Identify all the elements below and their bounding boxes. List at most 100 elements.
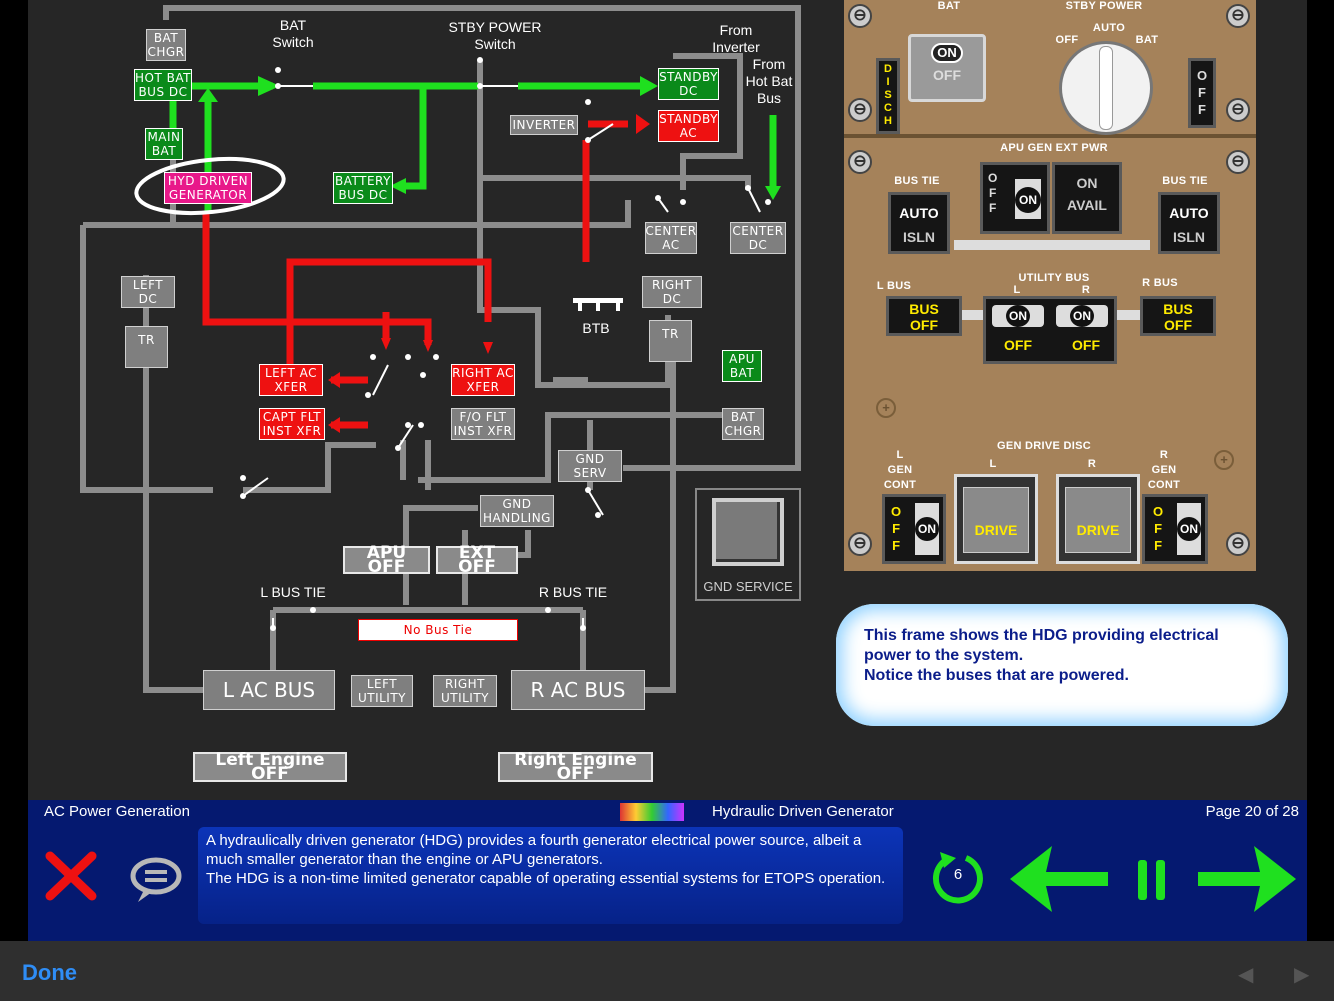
ext-pwr-switch[interactable]: ON AVAIL	[1052, 162, 1122, 234]
l-bus-label: L BUS	[876, 280, 912, 292]
l-gen-off: O F F	[891, 504, 902, 553]
l-ac-bus: L AC BUS	[203, 670, 335, 710]
screw-icon: ⊖	[848, 4, 872, 28]
l-drive-disc-switch[interactable]: DRIVE	[954, 474, 1038, 564]
gen-drive-disc-label: GEN DRIVE DISC	[996, 440, 1092, 452]
r-bus-switch[interactable]: BUS OFF	[1140, 296, 1216, 336]
info-bubble: This frame shows the HDG providing elect…	[836, 604, 1288, 726]
standby-dc: STANDBY DC	[658, 68, 719, 100]
apu-gen-switch[interactable]: O F F ON	[980, 162, 1050, 234]
bus-tie-left-isln: ISLN	[903, 229, 935, 245]
next-arrow-icon[interactable]	[1194, 842, 1300, 916]
screw-icon: +	[876, 398, 896, 418]
apu-gen-on: ON	[1015, 187, 1041, 213]
stby-bat-label: BAT	[1135, 34, 1159, 46]
bus-tie-right-switch[interactable]: AUTO ISLN	[1158, 192, 1220, 254]
bus-tie-right-auto: AUTO	[1169, 205, 1209, 221]
right-engine-off-button[interactable]: Right Engine OFF	[498, 752, 653, 783]
stby-auto-label: AUTO	[1092, 22, 1126, 34]
gnd-service-panel: GND SERVICE	[695, 488, 801, 601]
fo-flt-inst-xfr: F/O FLT INST XFR	[451, 408, 515, 440]
battery-bus-dc: BATTERY BUS DC	[333, 172, 393, 204]
lesson-title: AC Power Generation	[44, 803, 190, 820]
bubble-text-2: Notice the buses that are powered.	[864, 667, 1129, 684]
replay-button[interactable]: 6	[930, 848, 986, 904]
stby-off-label: OFF	[1055, 34, 1079, 46]
utility-l-label: L	[1013, 284, 1021, 296]
screw-icon: ⊖	[1226, 150, 1250, 174]
toolbar-next-icon[interactable]: ▶	[1294, 962, 1309, 987]
hot-bat-bus-dc: HOT BAT BUS DC	[134, 69, 192, 101]
center-ac: CENTER AC	[645, 222, 697, 254]
app-screen: BAT Switch STBY POWER Switch From Invert…	[0, 0, 1334, 1001]
bat-on-indicator: ON	[931, 43, 963, 63]
close-icon[interactable]	[44, 848, 98, 902]
l-bus-off-annunciator: BUS OFF	[909, 301, 939, 333]
utility-l-off: OFF	[1004, 337, 1032, 353]
ios-toolbar	[0, 941, 1334, 1001]
ext-pwr-on: ON	[1076, 175, 1098, 191]
lesson-control-bar: AC Power Generation Hydraulic Driven Gen…	[28, 800, 1307, 941]
gnd-serv: GND SERV	[558, 450, 622, 482]
replay-count: 6	[953, 866, 963, 883]
from-hot-bat-bus-label: From Hot Bat Bus	[745, 56, 793, 106]
no-bus-tie-banner: No Bus Tie	[358, 619, 518, 641]
r-ac-bus: R AC BUS	[511, 670, 645, 710]
apu-bat: APU BAT	[722, 350, 762, 382]
apu-off-button[interactable]: APU OFF	[343, 545, 430, 576]
comment-icon[interactable]	[128, 852, 184, 904]
bus-tie-right-label: BUS TIE	[1162, 175, 1208, 187]
r-gen-cont-switch[interactable]: O F F ON	[1142, 494, 1208, 564]
bubble-text-1: This frame shows the HDG providing elect…	[864, 627, 1219, 664]
l-gen-cont-switch[interactable]: O F F ON	[882, 494, 946, 564]
screw-icon: ⊖	[1226, 532, 1250, 556]
stby-off-annunciator: O F F	[1188, 58, 1216, 128]
utility-bus-switches[interactable]: ON ON OFF OFF	[983, 296, 1117, 364]
previous-arrow-icon[interactable]	[1006, 842, 1112, 916]
screw-icon: ⊖	[848, 532, 872, 556]
pause-icon[interactable]	[1136, 858, 1168, 902]
tr-left: TR	[125, 326, 168, 368]
ext-off-button[interactable]: EXT OFF	[436, 545, 518, 576]
stby-power-panel-label: STBY POWER	[1065, 0, 1143, 12]
screw-icon: +	[1214, 450, 1234, 470]
utility-r-off: OFF	[1072, 337, 1100, 353]
r-bus-tie-label: R BUS TIE	[538, 584, 608, 600]
bat-switch-label: BAT Switch	[272, 17, 314, 50]
utility-r-on: ON	[1070, 305, 1094, 327]
drive-r-label: R	[1087, 458, 1097, 470]
bat-panel-label: BAT	[937, 0, 961, 12]
left-engine-off-button[interactable]: Left Engine OFF	[193, 752, 347, 783]
main-bat: MAIN BAT	[145, 128, 183, 160]
gnd-service-button[interactable]	[712, 498, 784, 566]
description-text-1: A hydraulically driven generator (HDG) p…	[206, 832, 862, 868]
bus-tie-right-isln: ISLN	[1173, 229, 1205, 245]
screw-icon: ⊖	[848, 98, 872, 122]
l-bus-switch[interactable]: BUS OFF	[886, 296, 962, 336]
disch-annunciator: D I S C H	[876, 58, 900, 134]
stby-power-knob[interactable]	[1062, 44, 1150, 132]
right-dc: RIGHT DC	[642, 276, 702, 308]
left-dc: LEFT DC	[121, 276, 175, 308]
left-utility: LEFT UTILITY	[351, 675, 413, 707]
r-drive-label: DRIVE	[1065, 487, 1131, 553]
done-button[interactable]: Done	[22, 960, 77, 986]
utility-l-on: ON	[1006, 305, 1030, 327]
right-utility: RIGHT UTILITY	[433, 675, 497, 707]
bat-switch[interactable]: ON OFF	[908, 34, 986, 102]
apu-gen-ext-pwr-label: APU GEN EXT PWR	[1000, 142, 1108, 154]
r-bus-off-annunciator: BUS OFF	[1163, 301, 1193, 333]
standby-ac: STANDBY AC	[658, 110, 719, 142]
bus-tie-left-switch[interactable]: AUTO ISLN	[888, 192, 950, 254]
r-gen-on: ON	[1177, 517, 1201, 541]
description-text-2: The HDG is a non-time limited generator …	[206, 870, 886, 887]
bat-chgr-right: BAT CHGR	[722, 408, 764, 440]
screw-icon: ⊖	[848, 150, 872, 174]
r-drive-disc-switch[interactable]: DRIVE	[1056, 474, 1140, 564]
utility-r-label: R	[1081, 284, 1091, 296]
drive-l-label: L	[989, 458, 997, 470]
screw-icon: ⊖	[1226, 4, 1250, 28]
bus-tie-left-label: BUS TIE	[894, 175, 940, 187]
title-strip: AC Power Generation Hydraulic Driven Gen…	[28, 800, 1307, 824]
toolbar-prev-icon[interactable]: ◀	[1238, 962, 1253, 987]
